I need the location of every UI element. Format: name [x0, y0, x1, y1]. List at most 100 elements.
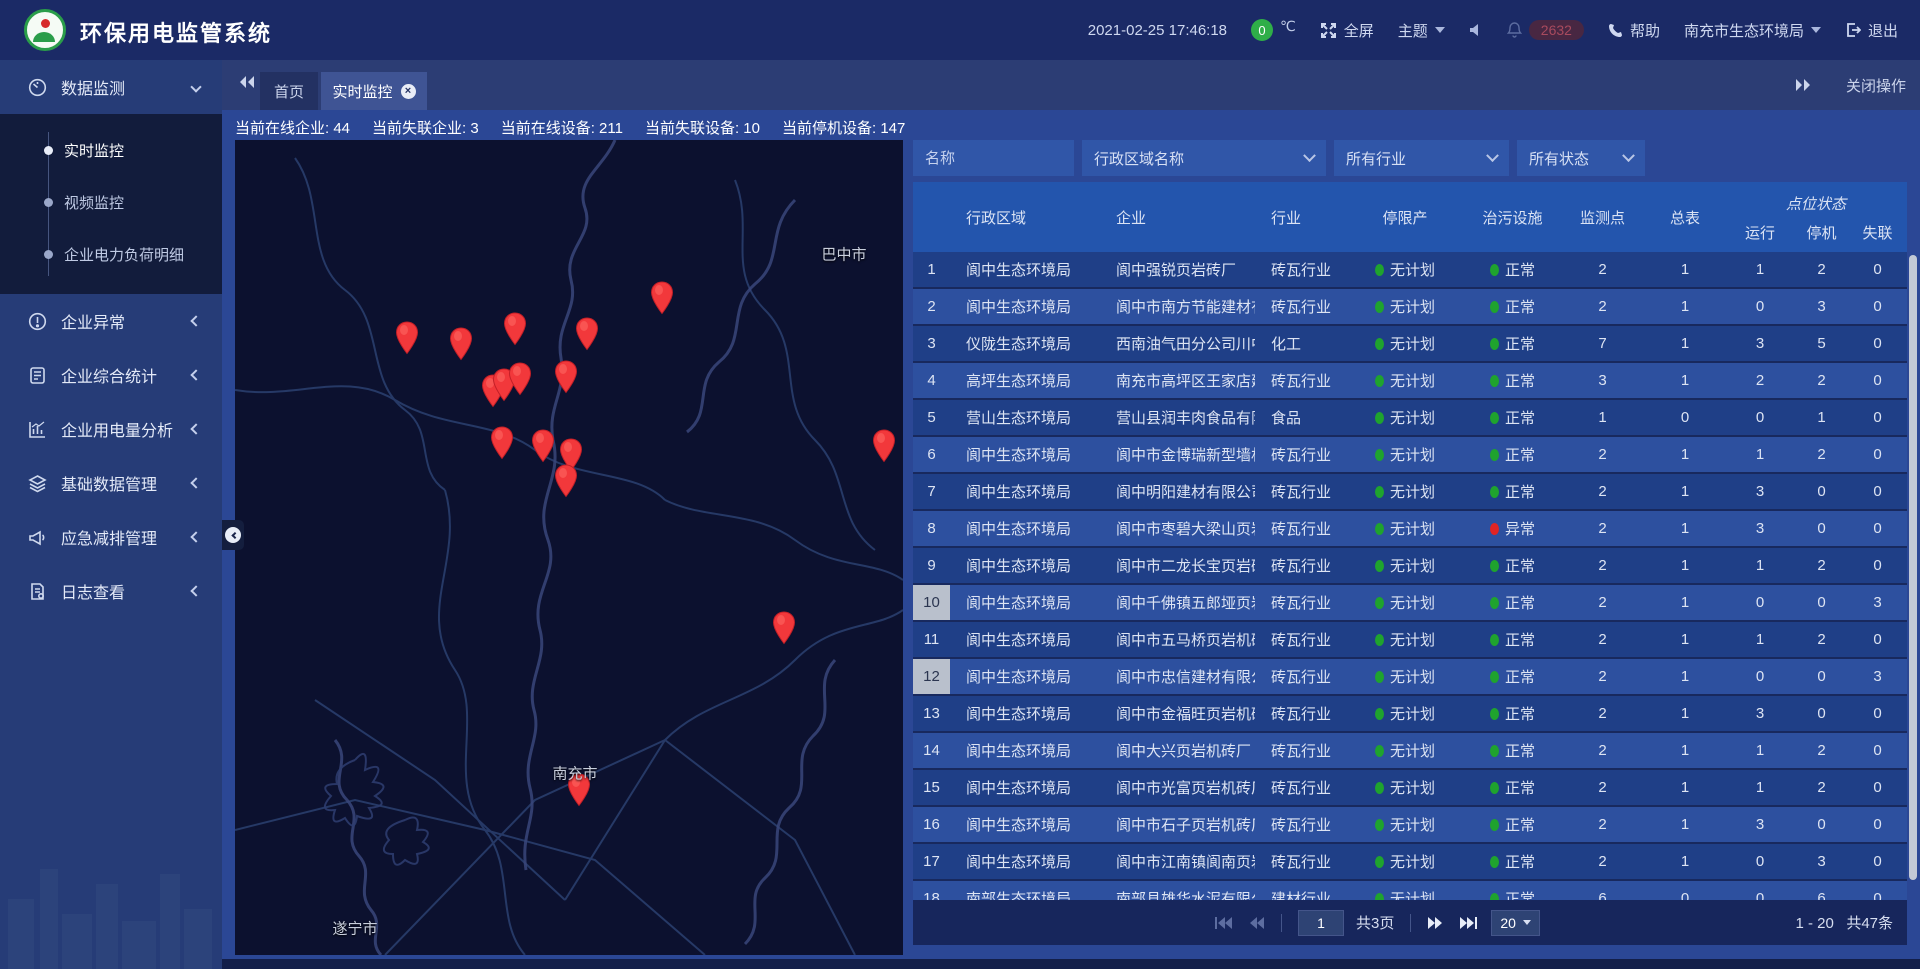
map-marker-2[interactable]	[503, 312, 527, 346]
theme-dropdown[interactable]: 主题	[1398, 20, 1445, 41]
map-marker-13[interactable]	[872, 429, 896, 463]
sidebar-group-1[interactable]: 企业异常	[0, 294, 222, 348]
cell-company: 阆中市金博瑞新型墙材	[1100, 437, 1255, 472]
table-row-13[interactable]: 13阆中生态环境局阆中市金福旺页岩机砖砖瓦行业无计划正常21300	[913, 696, 1907, 731]
table-row-4[interactable]: 4高坪生态环境局南充市高坪区王家店建砖瓦行业无计划正常31220	[913, 363, 1907, 398]
map-marker-3[interactable]	[575, 317, 599, 351]
region-select[interactable]: 行政区域名称	[1082, 140, 1326, 176]
next-page-button[interactable]	[1427, 916, 1447, 930]
map-marker-1[interactable]	[449, 327, 473, 361]
cell-bureau: 阆中生态环境局	[950, 844, 1100, 879]
table-row-14[interactable]: 14阆中生态环境局阆中大兴页岩机砖厂砖瓦行业无计划正常21120	[913, 733, 1907, 768]
table-row-12[interactable]: 12阆中生态环境局阆中市忠信建材有限公砖瓦行业无计划正常21003	[913, 659, 1907, 694]
tab-realtime-monitor[interactable]: 实时监控 ×	[321, 72, 427, 110]
cell-bureau: 阆中生态环境局	[950, 807, 1100, 842]
table-row-3[interactable]: 3仪陇生态环境局西南油气田分公司川中化工无计划正常71350	[913, 326, 1907, 361]
table-row-5[interactable]: 5营山生态环境局营山县润丰肉食品有限食品无计划正常10010	[913, 400, 1907, 435]
col-row-number	[913, 182, 950, 252]
table-row-2[interactable]: 2阆中生态环境局阆中市南方节能建材有砖瓦行业无计划正常21030	[913, 289, 1907, 324]
cell-monitor-points: 2	[1560, 807, 1645, 842]
map-marker-12[interactable]	[554, 464, 578, 498]
sidebar-item-视频监控[interactable]: 视频监控	[0, 176, 222, 228]
panel-collapse-handle[interactable]	[222, 520, 244, 550]
sidebar-skyline-decoration	[0, 819, 222, 969]
sidebar-item-企业电力负荷明细[interactable]: 企业电力负荷明细	[0, 228, 222, 280]
first-page-button[interactable]	[1213, 916, 1233, 930]
name-search-input[interactable]	[913, 140, 1074, 176]
table-row-9[interactable]: 9阆中生态环境局阆中市二龙长宝页岩砖砖瓦行业无计划正常21120	[913, 548, 1907, 583]
map-marker-10[interactable]	[531, 429, 555, 463]
page-size-select[interactable]: 20	[1491, 910, 1540, 936]
vertical-scrollbar-thumb[interactable]	[1909, 255, 1917, 880]
close-operations-button[interactable]: 关闭操作	[1846, 75, 1906, 96]
cell-company: 阆中市光富页岩机砖厂	[1100, 770, 1255, 805]
last-page-button[interactable]	[1459, 916, 1479, 930]
cell-production-limit: 无计划	[1345, 289, 1465, 324]
sidebar-group-2[interactable]: 企业综合统计	[0, 348, 222, 402]
stat-当前停机设备: 当前停机设备: 147	[782, 117, 905, 138]
cell-run: 1	[1725, 252, 1795, 287]
map-marker-0[interactable]	[395, 321, 419, 355]
sidebar-group-6[interactable]: 日志查看	[0, 564, 222, 618]
cell-industry: 砖瓦行业	[1255, 807, 1345, 842]
table-row-11[interactable]: 11阆中生态环境局阆中市五马桥页岩机砖砖瓦行业无计划正常21120	[913, 622, 1907, 657]
sidebar-group-label: 企业综合统计	[61, 363, 157, 387]
cell-run: 0	[1725, 400, 1795, 435]
map-marker-7[interactable]	[508, 362, 532, 396]
sidebar-group-0[interactable]: 数据监测	[0, 60, 222, 114]
sidebar-group-3[interactable]: 企业用电量分析	[0, 402, 222, 456]
table-row-1[interactable]: 1阆中生态环境局阆中强锐页岩砖厂砖瓦行业无计划正常21120	[913, 252, 1907, 287]
cell-bureau: 阆中生态环境局	[950, 474, 1100, 509]
cell-industry: 砖瓦行业	[1255, 770, 1345, 805]
layers-icon	[28, 474, 47, 493]
table-row-7[interactable]: 7阆中生态环境局阆中明阳建材有限公司砖瓦行业无计划正常21300	[913, 474, 1907, 509]
table-row-10[interactable]: 10阆中生态环境局阆中千佛镇五郎垭页岩砖瓦行业无计划正常21003	[913, 585, 1907, 620]
map-marker-8[interactable]	[554, 360, 578, 394]
sidebar-group-5[interactable]: 应急减排管理	[0, 510, 222, 564]
prev-page-button[interactable]	[1245, 916, 1265, 930]
logout-button[interactable]: 退出	[1845, 20, 1898, 41]
close-icon[interactable]: ×	[401, 84, 416, 99]
table-row-8[interactable]: 8阆中生态环境局阆中市枣碧大梁山页岩砖瓦行业无计划异常21300	[913, 511, 1907, 546]
tabs-scroll-left-button[interactable]	[238, 74, 256, 90]
cell-industry: 砖瓦行业	[1255, 696, 1345, 731]
pagination-bar: 共3页 20 1 - 20 共47条	[913, 900, 1907, 945]
map-marker-4[interactable]	[650, 281, 674, 315]
industry-select[interactable]: 所有行业	[1334, 140, 1509, 176]
cell-company: 阆中强锐页岩砖厂	[1100, 252, 1255, 287]
col-行业: 行业	[1255, 182, 1345, 252]
tabs-scroll-right-button[interactable]	[1794, 77, 1812, 93]
sound-button[interactable]	[1469, 23, 1483, 37]
fullscreen-button[interactable]: 全屏	[1320, 20, 1374, 41]
map-marker-14[interactable]	[772, 611, 796, 645]
map-marker-9[interactable]	[490, 426, 514, 460]
status-dot-icon	[1490, 375, 1499, 387]
status-dot-icon	[1490, 893, 1499, 901]
table-row-17[interactable]: 17阆中生态环境局阆中市江南镇阆南页岩砖瓦行业无计划正常21030	[913, 844, 1907, 879]
cell-company: 阆中市二龙长宝页岩砖	[1100, 548, 1255, 583]
sidebar-group-4[interactable]: 基础数据管理	[0, 456, 222, 510]
table-row-16[interactable]: 16阆中生态环境局阆中市石子页岩机砖厂砖瓦行业无计划正常21300	[913, 807, 1907, 842]
page-number-input[interactable]	[1298, 910, 1344, 936]
cell-row-number: 9	[913, 548, 950, 583]
main-content: 当前在线企业: 44当前失联企业: 3当前在线设备: 211当前失联设备: 10…	[222, 110, 1920, 969]
tab-home[interactable]: 首页	[260, 72, 318, 110]
map-panel[interactable]: 巴中市南充市遂宁市	[235, 140, 903, 955]
org-dropdown[interactable]: 南充市生态环境局	[1684, 20, 1821, 41]
status-dot-icon	[1490, 560, 1499, 572]
sidebar-item-实时监控[interactable]: 实时监控	[0, 124, 222, 176]
cell-company: 阆中市忠信建材有限公	[1100, 659, 1255, 694]
status-select[interactable]: 所有状态	[1517, 140, 1645, 176]
cell-row-number: 8	[913, 511, 950, 546]
status-dot-icon	[1490, 671, 1499, 683]
table-row-6[interactable]: 6阆中生态环境局阆中市金博瑞新型墙材砖瓦行业无计划正常21120	[913, 437, 1907, 472]
status-dot-icon	[1375, 523, 1384, 535]
help-button[interactable]: 帮助	[1608, 20, 1660, 41]
table-row-18[interactable]: 18南部生态环境局南部县雄华水泥有限公建材行业无计划正常60060	[913, 881, 1907, 900]
cell-total-meters: 1	[1645, 548, 1725, 583]
notifications[interactable]: 2632	[1507, 20, 1584, 40]
logdoc-icon	[28, 582, 47, 601]
cell-bureau: 阆中生态环境局	[950, 770, 1100, 805]
table-row-15[interactable]: 15阆中生态环境局阆中市光富页岩机砖厂砖瓦行业无计划正常21120	[913, 770, 1907, 805]
cell-stop: 3	[1795, 289, 1848, 324]
